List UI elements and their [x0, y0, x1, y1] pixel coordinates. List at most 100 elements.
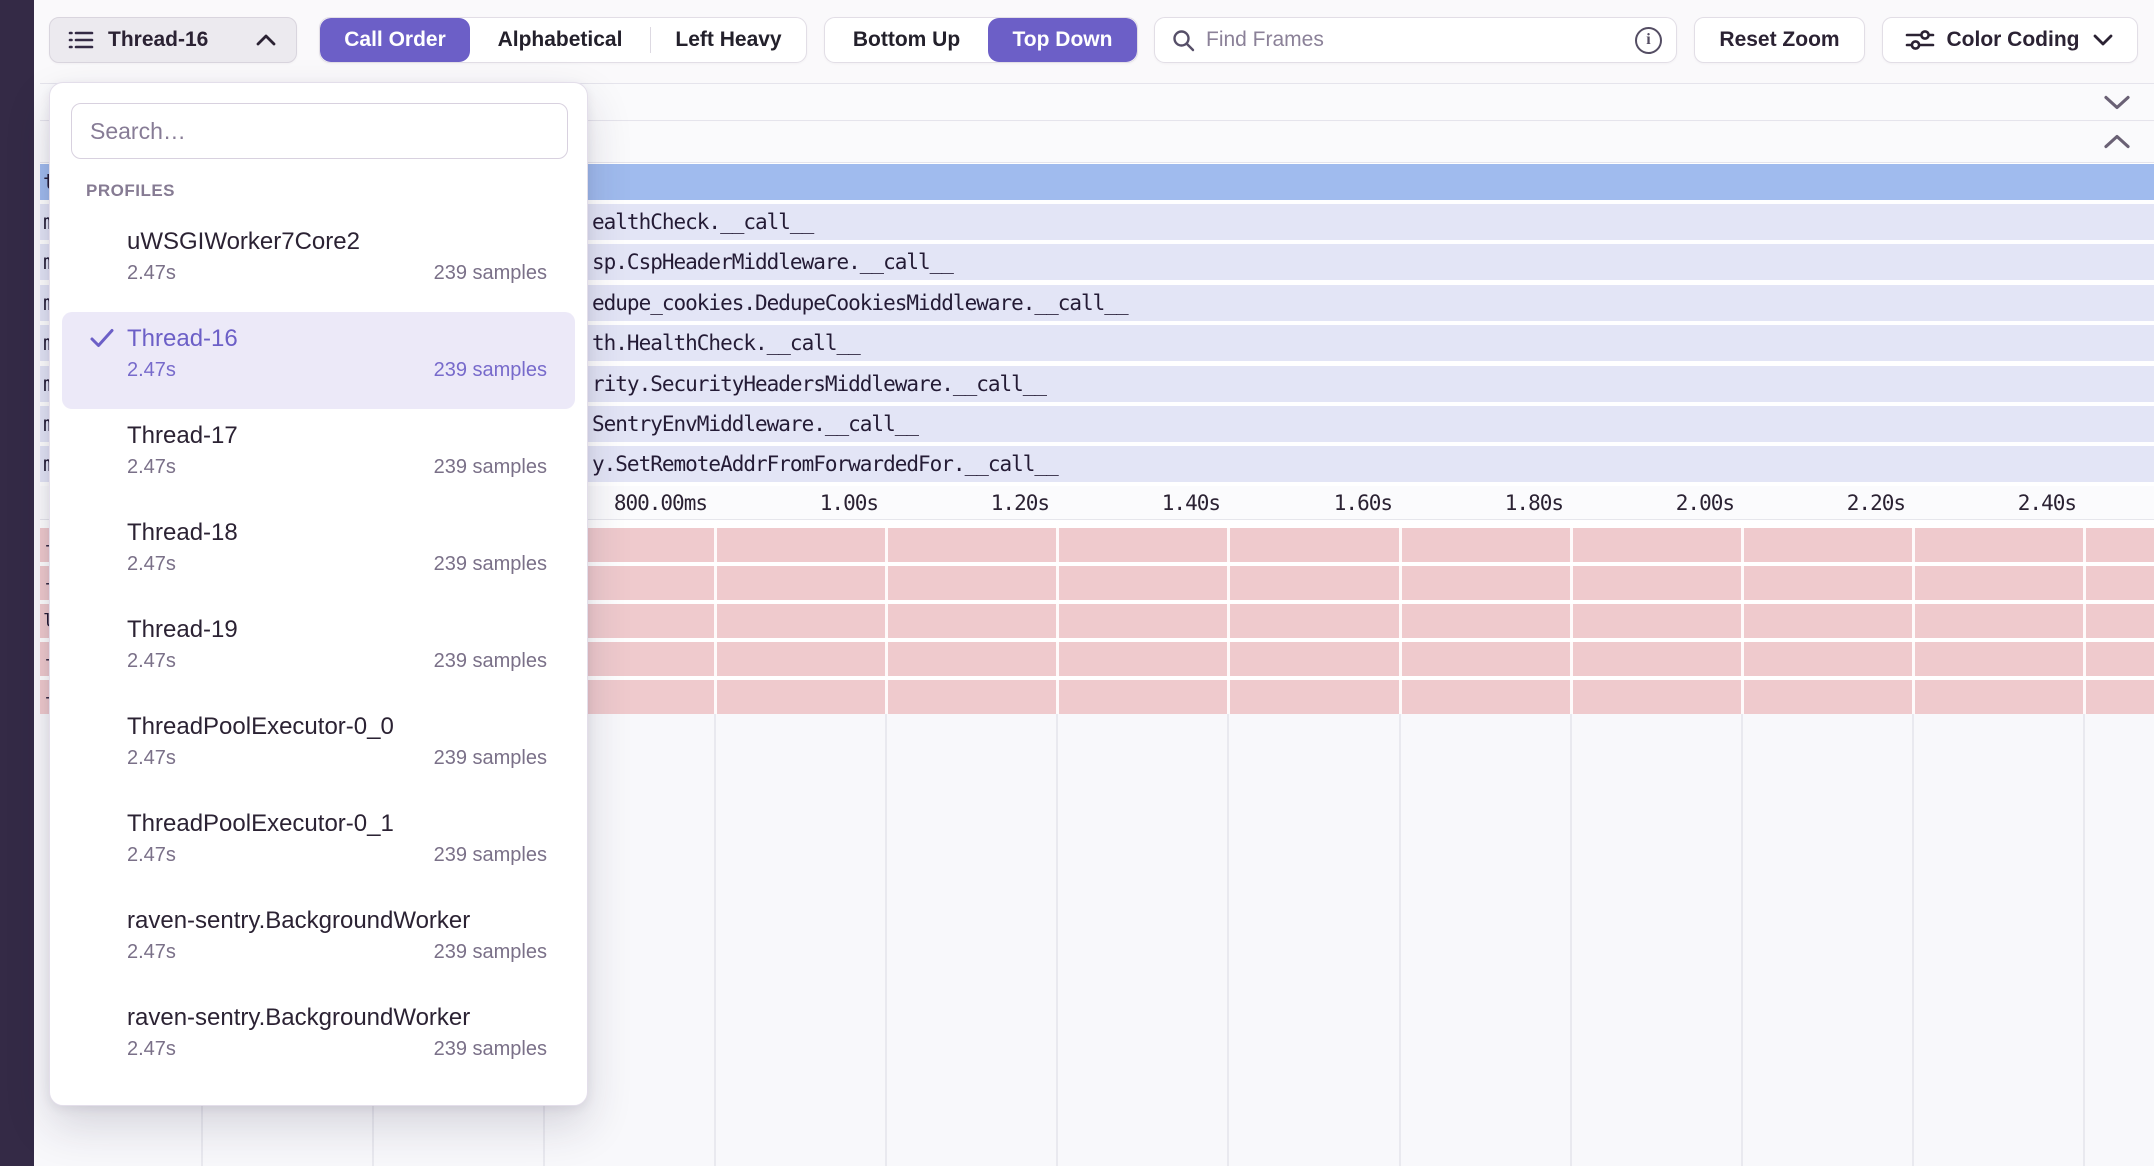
profile-name: Thread-19 — [127, 616, 547, 644]
axis-tick-label: 1.00s — [820, 491, 878, 515]
profile-option[interactable]: Thread-16 2.47s 239 samples — [62, 312, 575, 409]
profile-name: Thread-18 — [127, 519, 547, 547]
profile-samples: 239 samples — [434, 1038, 547, 1061]
profile-meta: 2.47s 239 samples — [127, 941, 547, 964]
dropdown-search-input[interactable] — [71, 103, 568, 159]
gridline — [885, 528, 888, 714]
profile-option[interactable]: raven-sentry.BackgroundWorker2.47s239 sa… — [62, 894, 575, 991]
profile-meta: 2.47s239 samples — [127, 456, 547, 479]
gridline — [1056, 528, 1059, 714]
axis-tick-label: 2.40s — [2018, 491, 2076, 515]
info-icon[interactable]: i — [1635, 27, 1662, 54]
profile-option[interactable]: ThreadPoolExecutor-0_1 2.47s 239 samples — [62, 797, 575, 894]
profile-duration: 2.47s — [127, 553, 176, 576]
toolbar: Thread-16 Call Order Alphabetical Left H… — [0, 0, 2154, 83]
profiles-list: uWSGIWorker7Core22.47s239 samplesThread-… — [50, 215, 587, 1088]
direction-option-top-down[interactable]: Top Down — [988, 18, 1137, 62]
profile-meta: 2.47s 239 samples — [127, 1038, 547, 1061]
profile-name: ThreadPoolExecutor-0_0 — [127, 713, 547, 741]
sort-mode-segmented-control: Call Order Alphabetical Left Heavy — [319, 17, 807, 63]
gridline — [1227, 714, 1229, 1166]
profile-meta: 2.47s 239 samples — [127, 844, 547, 867]
gridline — [1399, 714, 1401, 1166]
axis-tick-label: 2.00s — [1676, 491, 1734, 515]
direction-segmented-control: Bottom Up Top Down — [824, 17, 1138, 63]
profile-samples: 239 samples — [434, 553, 547, 576]
profile-samples: 239 samples — [434, 262, 547, 285]
chevron-down-icon — [2091, 33, 2115, 47]
profile-samples: 239 samples — [434, 359, 547, 382]
profile-samples: 239 samples — [434, 650, 547, 673]
find-frames-searchbar[interactable]: i — [1154, 17, 1677, 63]
list-icon — [68, 28, 94, 52]
frame-text: sp.CspHeaderMiddleware.__call__ — [592, 250, 953, 274]
frame-text: ealthCheck.__call__ — [592, 210, 813, 234]
thread-selector-button[interactable]: Thread-16 — [49, 17, 297, 63]
chevron-up-icon[interactable] — [2102, 134, 2132, 151]
gridline — [1227, 528, 1230, 714]
axis-tick-label: 1.60s — [1334, 491, 1392, 515]
gridline — [714, 714, 716, 1166]
profile-duration: 2.47s — [127, 650, 176, 673]
gridline — [1399, 528, 1402, 714]
profile-option[interactable]: Thread-18 2.47s 239 samples — [62, 506, 575, 603]
gridline — [1912, 528, 1915, 714]
profile-option[interactable]: raven-sentry.BackgroundWorker 2.47s 239 sa… — [62, 991, 575, 1088]
check-icon — [88, 326, 116, 350]
frame-text: edupe_cookies.DedupeCookiesMiddleware.__… — [592, 291, 1128, 315]
gridline — [2083, 714, 2085, 1166]
sort-option-call-order[interactable]: Call Order — [320, 18, 470, 62]
profile-meta: 2.47s239 samples — [127, 747, 547, 770]
color-coding-label: Color Coding — [1947, 28, 2080, 52]
profile-option[interactable]: Thread-19 2.47s 239 samples — [62, 603, 575, 700]
frame-text: y.SetRemoteAddrFromForwardedFor.__call__ — [592, 452, 1058, 476]
profile-meta: 2.47s 239 samples — [127, 262, 547, 285]
gridline — [1741, 714, 1743, 1166]
axis-tick-label: 1.40s — [1162, 491, 1220, 515]
gridline — [1570, 714, 1572, 1166]
chevron-down-icon[interactable] — [2102, 94, 2132, 111]
gridline — [714, 528, 717, 714]
profile-name: Thread-16 — [127, 325, 547, 353]
profile-meta: 2.47s 239 samples — [127, 359, 547, 382]
reset-zoom-button[interactable]: Reset Zoom — [1694, 17, 1865, 63]
profile-option[interactable]: ThreadPoolExecutor-0_0 2.47s239 samples — [62, 700, 575, 797]
gridline — [1912, 714, 1914, 1166]
profile-option[interactable]: Thread-17 2.47s239 samples — [62, 409, 575, 506]
thread-selector-dropdown: PROFILES uWSGIWorker7Core2 2.47s 239 sampl… — [49, 82, 588, 1106]
direction-option-bottom-up[interactable]: Bottom Up — [825, 18, 988, 62]
profile-samples: 239 samples — [434, 941, 547, 964]
profiles-section-label: PROFILES — [86, 181, 587, 203]
profile-samples: 239 samples — [434, 747, 547, 770]
chevron-up-icon — [254, 33, 278, 47]
sliders-icon — [1905, 28, 1935, 52]
profile-duration: 2.47s — [127, 1038, 176, 1061]
gridline — [1741, 528, 1744, 714]
axis-tick-label: 1.20s — [991, 491, 1049, 515]
profile-name: Thread-17 — [127, 422, 547, 450]
profile-duration: 2.47s — [127, 844, 176, 867]
profile-meta: 2.47s 239 samples — [127, 553, 547, 576]
profiler-screen: t mealthCheck.__call__msp.CspHeaderMiddl… — [0, 0, 2154, 1166]
gridline — [1056, 714, 1058, 1166]
sort-option-alphabetical[interactable]: Alphabetical — [470, 18, 650, 62]
frame-text: th.HealthCheck.__call__ — [592, 331, 860, 355]
thread-selector-label: Thread-16 — [108, 28, 240, 52]
gridline — [2083, 528, 2086, 714]
find-frames-input[interactable] — [1206, 28, 1625, 52]
frame-text: SentryEnvMiddleware.__call__ — [592, 412, 918, 436]
gridline — [1570, 528, 1573, 714]
search-icon — [1171, 28, 1196, 53]
profile-duration: 2.47s — [127, 941, 176, 964]
axis-tick-label: 1.80s — [1505, 491, 1563, 515]
profile-name: raven-sentry.BackgroundWorker — [127, 1004, 547, 1032]
profile-duration: 2.47s — [127, 359, 176, 382]
profile-samples: 239 samples — [434, 844, 547, 867]
profile-option[interactable]: uWSGIWorker7Core2 2.47s 239 samples — [62, 215, 575, 312]
profile-name: ThreadPoolExecutor-0_1 — [127, 810, 547, 838]
color-coding-button[interactable]: Color Coding — [1882, 17, 2138, 63]
sort-option-left-heavy[interactable]: Left Heavy — [651, 18, 806, 62]
profile-duration: 2.47s — [127, 262, 176, 285]
profile-samples: 239 samples — [434, 456, 547, 479]
profile-name: uWSGIWorker7Core2 — [127, 228, 547, 256]
